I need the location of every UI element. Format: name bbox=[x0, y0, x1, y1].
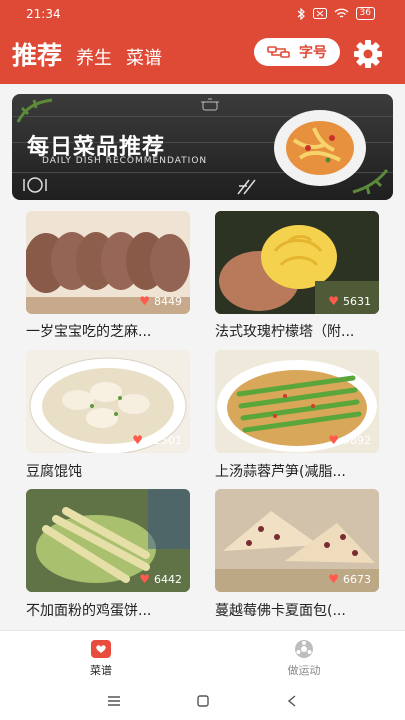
herb-decoration bbox=[16, 98, 53, 123]
heart-icon: ♥ bbox=[328, 433, 339, 447]
nav-exercise[interactable]: 做运动 bbox=[264, 639, 344, 678]
pot-icon bbox=[201, 98, 219, 111]
status-icons: 36 bbox=[297, 7, 375, 20]
bottom-navigation: 菜谱 做运动 bbox=[0, 630, 405, 681]
wifi-icon bbox=[334, 8, 349, 18]
menu-icon[interactable] bbox=[107, 696, 121, 706]
status-time: 21:34 bbox=[26, 7, 61, 21]
font-size-button[interactable]: 字号 bbox=[254, 38, 340, 66]
like-count: ♥ 8449 bbox=[139, 294, 182, 308]
recipe-card[interactable]: ♥ 8449 bbox=[26, 211, 190, 314]
like-count: ♥ 6442 bbox=[139, 572, 182, 586]
like-count: ♥ 12501 bbox=[132, 433, 182, 447]
daily-dish-banner[interactable]: 每日菜品推荐 DAILY DISH RECOMMENDATION bbox=[12, 94, 393, 200]
heart-icon: ♥ bbox=[328, 572, 339, 586]
recipe-title[interactable]: 不加面粉的鸡蛋饼... bbox=[26, 600, 190, 620]
heart-icon: ♥ bbox=[139, 294, 150, 308]
dish-image bbox=[274, 110, 366, 186]
recipe-title[interactable]: 法式玫瑰柠檬塔（附... bbox=[215, 321, 379, 341]
heart-icon: ♥ bbox=[328, 294, 339, 308]
plate-icon bbox=[23, 177, 47, 193]
font-size-label: 字号 bbox=[299, 45, 327, 61]
tab-health[interactable]: 养生 bbox=[76, 44, 112, 70]
banner-subtitle: DAILY DISH RECOMMENDATION bbox=[42, 156, 208, 166]
settings-icon[interactable] bbox=[352, 38, 384, 70]
tab-recommend[interactable]: 推荐 bbox=[12, 36, 62, 72]
recipe-title[interactable]: 蔓越莓佛卡夏面包(... bbox=[215, 600, 379, 620]
like-count: ♥ 9892 bbox=[328, 433, 371, 447]
exercise-icon bbox=[295, 640, 313, 658]
app-header: 21:34 36 推荐 养生 菜谱 字号 bbox=[0, 0, 405, 84]
system-navigation-bar bbox=[0, 680, 405, 720]
recipe-card[interactable]: ♥ 6442 bbox=[26, 489, 190, 592]
font-size-icon bbox=[267, 46, 290, 58]
chef-tools-icon bbox=[237, 179, 256, 195]
nav-recipes[interactable]: 菜谱 bbox=[61, 639, 141, 678]
nav-exercise-label: 做运动 bbox=[287, 664, 321, 677]
recipe-title[interactable]: 一岁宝宝吃的芝麻... bbox=[26, 321, 190, 341]
back-icon[interactable] bbox=[288, 695, 296, 707]
sim-off-icon bbox=[312, 8, 327, 19]
like-count: ♥ 6673 bbox=[328, 572, 371, 586]
bluetooth-icon bbox=[297, 7, 305, 20]
recipe-title[interactable]: 豆腐馄饨 bbox=[26, 461, 190, 481]
status-bar: 21:34 36 bbox=[0, 0, 405, 26]
heart-icon: ♥ bbox=[132, 433, 143, 447]
like-count: ♥ 5631 bbox=[328, 294, 371, 308]
top-tabs: 推荐 养生 菜谱 bbox=[12, 36, 162, 72]
recipe-card[interactable]: ♥ 12501 bbox=[26, 350, 190, 453]
recipe-title[interactable]: 上汤蒜蓉芦笋(减脂... bbox=[215, 461, 379, 481]
recipe-icon bbox=[91, 640, 111, 658]
recipe-card[interactable]: ♥ 6673 bbox=[215, 489, 379, 592]
battery-icon: 36 bbox=[355, 7, 375, 20]
tab-recipes[interactable]: 菜谱 bbox=[126, 44, 162, 70]
recipe-card[interactable]: ♥ 5631 bbox=[215, 211, 379, 314]
nav-recipes-label: 菜谱 bbox=[90, 664, 112, 677]
home-icon[interactable] bbox=[197, 695, 209, 707]
heart-icon: ♥ bbox=[139, 572, 150, 586]
recipe-card[interactable]: ♥ 9892 bbox=[215, 350, 379, 453]
